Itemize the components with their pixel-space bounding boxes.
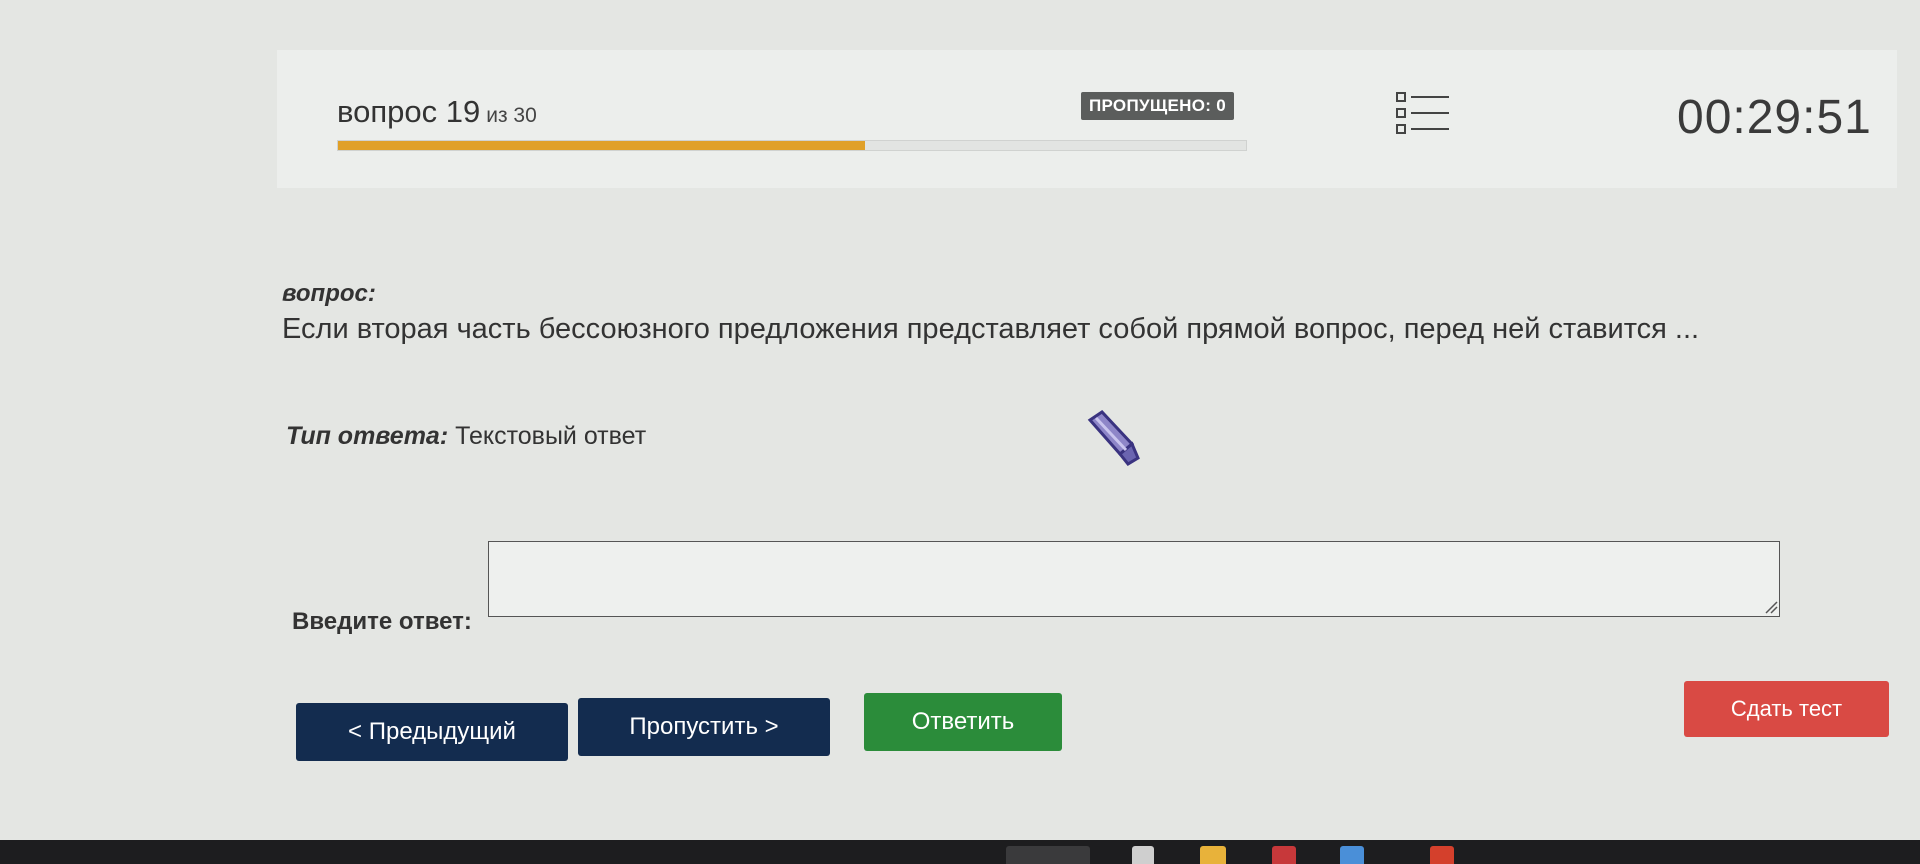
test-header: вопрос 19 из 30 ПРОПУЩЕНО: 0 00:29:51 — [277, 50, 1897, 188]
taskbar-app-icon[interactable] — [1132, 846, 1154, 864]
question-counter: вопрос 19 из 30 — [337, 94, 537, 130]
finish-test-button[interactable]: Сдать тест — [1684, 681, 1889, 737]
previous-button[interactable]: < Предыдущий — [296, 703, 568, 761]
skip-button[interactable]: Пропустить > — [578, 698, 830, 756]
taskbar-active-app[interactable] — [1006, 846, 1090, 864]
answer-type-label: Тип ответа: — [286, 422, 449, 450]
skipped-badge[interactable]: ПРОПУЩЕНО: 0 — [1081, 92, 1234, 120]
answer-button[interactable]: Ответить — [864, 693, 1062, 751]
folder-icon[interactable] — [1200, 846, 1226, 864]
answer-input[interactable] — [488, 541, 1780, 617]
taskbar-app-icon-2[interactable] — [1272, 846, 1296, 864]
taskbar — [0, 840, 1920, 864]
question-label: вопрос: — [282, 280, 376, 307]
countdown-timer: 00:29:51 — [1677, 91, 1872, 144]
question-text: Если вторая часть бессоюзного предложени… — [282, 313, 1700, 345]
answer-label: Введите ответ: — [292, 608, 472, 635]
pen-cursor-icon — [1082, 410, 1140, 466]
resize-grip-icon[interactable] — [1764, 600, 1778, 614]
taskbar-app-icon-4[interactable] — [1430, 846, 1454, 864]
answer-type-value: Текстовый ответ — [455, 422, 647, 450]
progress-bar — [337, 140, 1247, 151]
question-total: из 30 — [486, 104, 537, 127]
question-list-icon[interactable] — [1395, 90, 1451, 138]
question-number: вопрос 19 — [337, 94, 481, 129]
taskbar-app-icon-3[interactable] — [1340, 846, 1364, 864]
progress-fill — [338, 141, 865, 150]
answer-type: Тип ответа: Текстовый ответ — [286, 422, 646, 451]
